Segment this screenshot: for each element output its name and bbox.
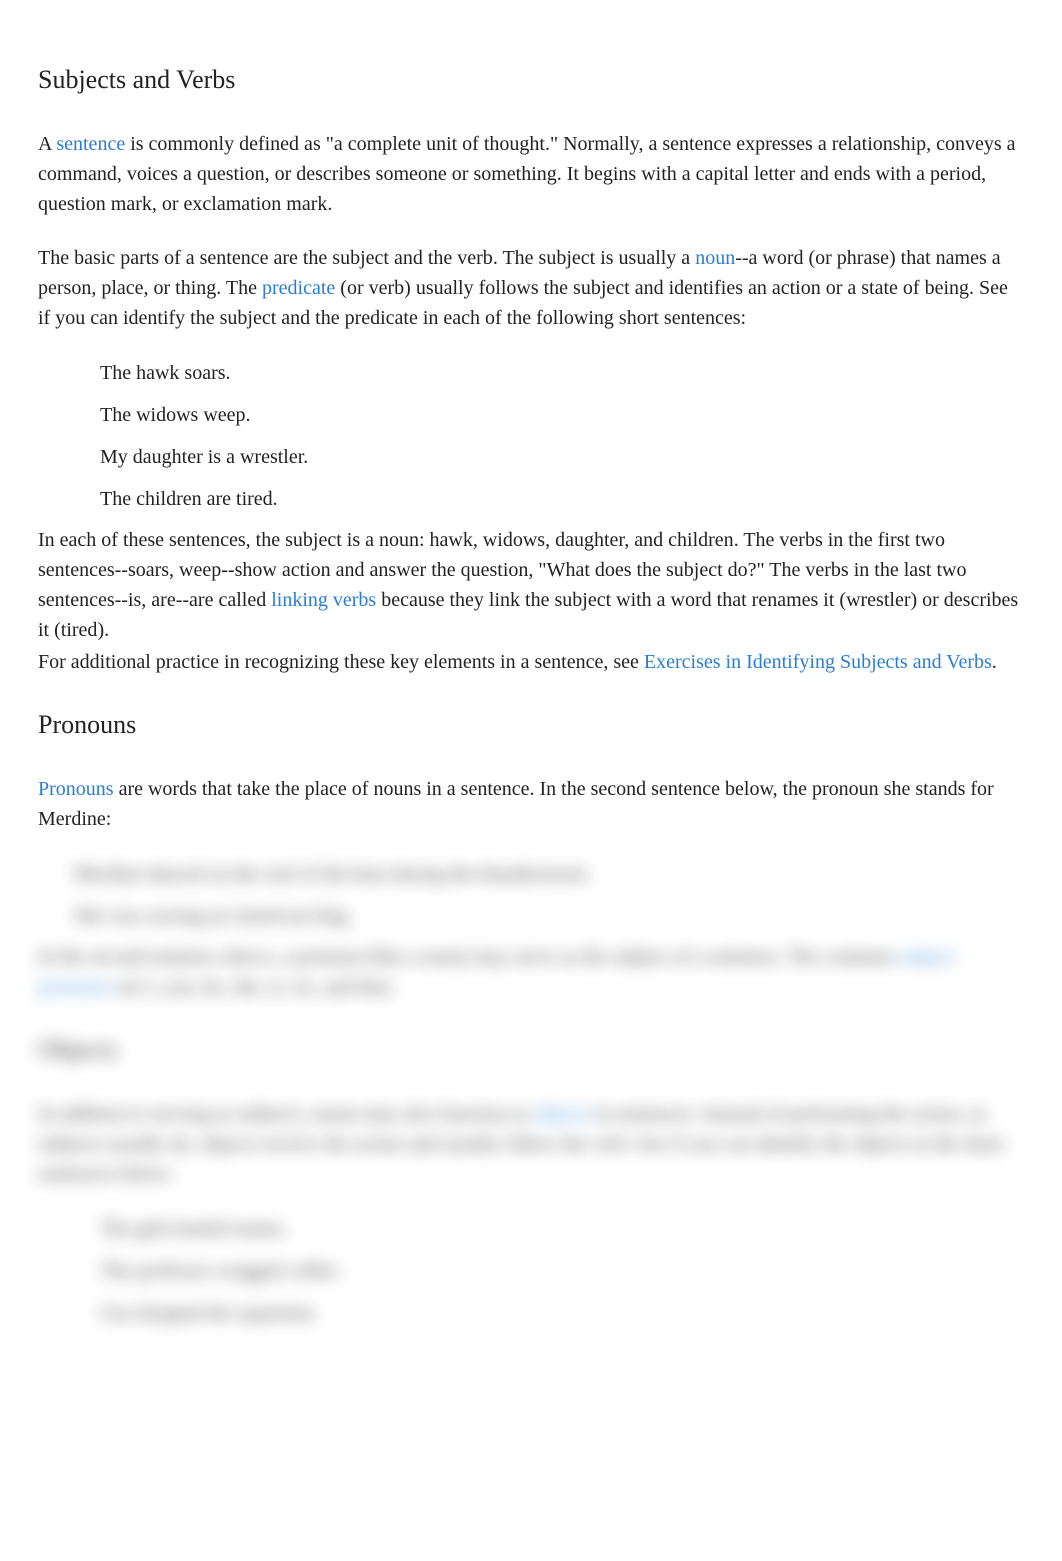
link-sentence[interactable]: sentence [56,133,125,155]
list-item: The hawk soars. [38,357,1024,389]
text: In addition to serving as subjects, noun… [38,1103,533,1125]
heading-subjects-verbs: Subjects and Verbs [38,60,1024,99]
text: : [106,808,112,830]
text: are words that take the place of nouns i… [114,778,884,800]
example-list-3: The girls hurled stones. The professor s… [38,1213,1024,1329]
term-subject: subject [332,247,389,269]
list-item: The widows weep. [38,399,1024,431]
text: ). [97,619,109,641]
text: , and [624,529,668,551]
paragraph-explain-examples: In each of these sentences, the subject … [38,525,1024,645]
text: In each of these sentences, the subject … [38,529,430,551]
text: and the [389,247,457,269]
heading-objects: Objects [38,1030,1024,1069]
text: . [992,651,997,673]
term: children [668,529,734,551]
text: --are called [176,589,271,611]
link-predicate[interactable]: predicate [262,277,335,299]
paragraph-additional-practice: For additional practice in recognizing t… [38,647,1024,677]
term: is, are [128,589,176,611]
list-item: Merdine danced on the roof of the barn d… [38,858,1024,890]
term-verb: verb [457,247,493,269]
link-objects[interactable]: objects [533,1103,590,1125]
example-list-2: Merdine danced on the roof of the barn d… [38,858,1024,932]
paragraph-pronouns-def: Pronouns are words that take the place o… [38,774,1024,834]
text: . The subject is usually a [493,247,695,269]
list-item: Gus dropped the aquarium. [38,1297,1024,1329]
paragraph-sentence-def: A sentence is commonly defined as "a com… [38,129,1024,219]
text: The basic parts of a sentence are the [38,247,332,269]
text: For additional practice in recognizing t… [38,651,644,673]
list-item: The children are tired. [38,483,1024,515]
text: stands for [910,778,993,800]
text: (or [335,277,368,299]
paragraph-pronoun-explain: In the second sentence above, a pronoun … [38,942,1024,1002]
text: in sentences. Instead of performing the … [38,1103,987,1155]
link-pronouns[interactable]: Pronouns [38,778,114,800]
text: and [319,976,358,998]
term-verb2: verb [369,277,405,299]
blurred-content: Merdine danced on the roof of the barn d… [38,858,1024,1329]
list-item: My daughter is a wrestler. [38,441,1024,473]
paragraph-objects-def: In addition to serving as subjects, noun… [38,1099,1024,1189]
text: are [112,976,146,998]
term: receive [262,1133,320,1155]
paragraph-basic-parts: The basic parts of a sentence are the su… [38,243,1024,333]
link-subject-pronouns[interactable]: subject pronouns [38,946,955,998]
text: is commonly defined as "a complete unit … [38,133,1016,215]
text: . [391,976,396,998]
term: soars, weep [128,559,221,581]
text: A [38,133,56,155]
example-list-1: The hawk soars. The widows weep. My daug… [38,357,1024,515]
term: I, you, he, she, it, we, [147,976,319,998]
term: Merdine [38,808,106,830]
heading-pronouns: Pronouns [38,705,1024,744]
link-exercises[interactable]: Exercises in Identifying Subjects and Ve… [644,651,992,673]
list-item: She was waving an American flag. [38,900,1024,932]
text: In the second sentence above, a pronoun … [38,946,898,968]
link-linking-verbs[interactable]: linking verbs [271,589,376,611]
link-noun[interactable]: noun [695,247,735,269]
term: they [357,976,390,998]
list-item: The professor swigged coffee. [38,1255,1024,1287]
term: hawk, widows, daughter [430,529,625,551]
list-item: The girls hurled stones. [38,1213,1024,1245]
term: she [884,778,911,800]
term: tired [61,619,98,641]
text: the action and usually follow the verb. … [38,1133,1004,1185]
term: wrestler [846,589,910,611]
text: because they link the subject with a wor… [376,589,846,611]
